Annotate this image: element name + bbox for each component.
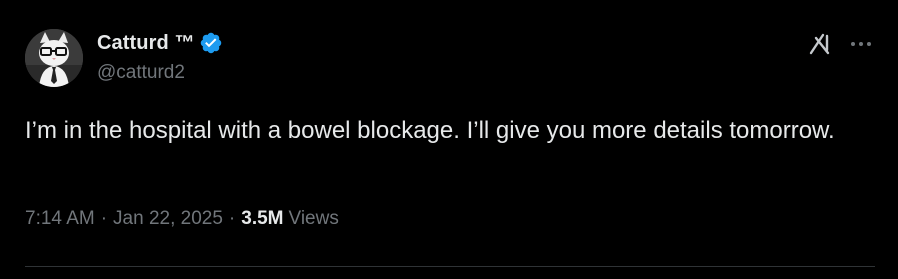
verified-badge-icon[interactable]: [199, 31, 223, 55]
meta-separator: ·: [100, 208, 108, 229]
author-name-row[interactable]: Catturd ™: [97, 30, 223, 56]
views-label[interactable]: Views: [289, 208, 339, 230]
avatar[interactable]: [25, 29, 83, 87]
grok-icon[interactable]: [806, 30, 834, 58]
tweet: Catturd ™ @catturd2 I’m in the hospital …: [0, 0, 898, 279]
meta-separator: ·: [228, 208, 236, 229]
tweet-meta: 7:14 AM · Jan 22, 2025 · 3.5M Views: [25, 208, 339, 230]
author-handle[interactable]: @catturd2: [97, 62, 185, 84]
divider: [25, 266, 875, 267]
tweet-date[interactable]: Jan 22, 2025: [113, 208, 223, 230]
more-options-icon[interactable]: [848, 32, 874, 56]
author-display-name[interactable]: Catturd ™: [97, 32, 195, 55]
tweet-text: I’m in the hospital with a bowel blockag…: [25, 117, 835, 144]
cat-avatar-image: [25, 29, 83, 87]
views-count[interactable]: 3.5M: [241, 208, 283, 230]
tweet-time[interactable]: 7:14 AM: [25, 208, 95, 230]
